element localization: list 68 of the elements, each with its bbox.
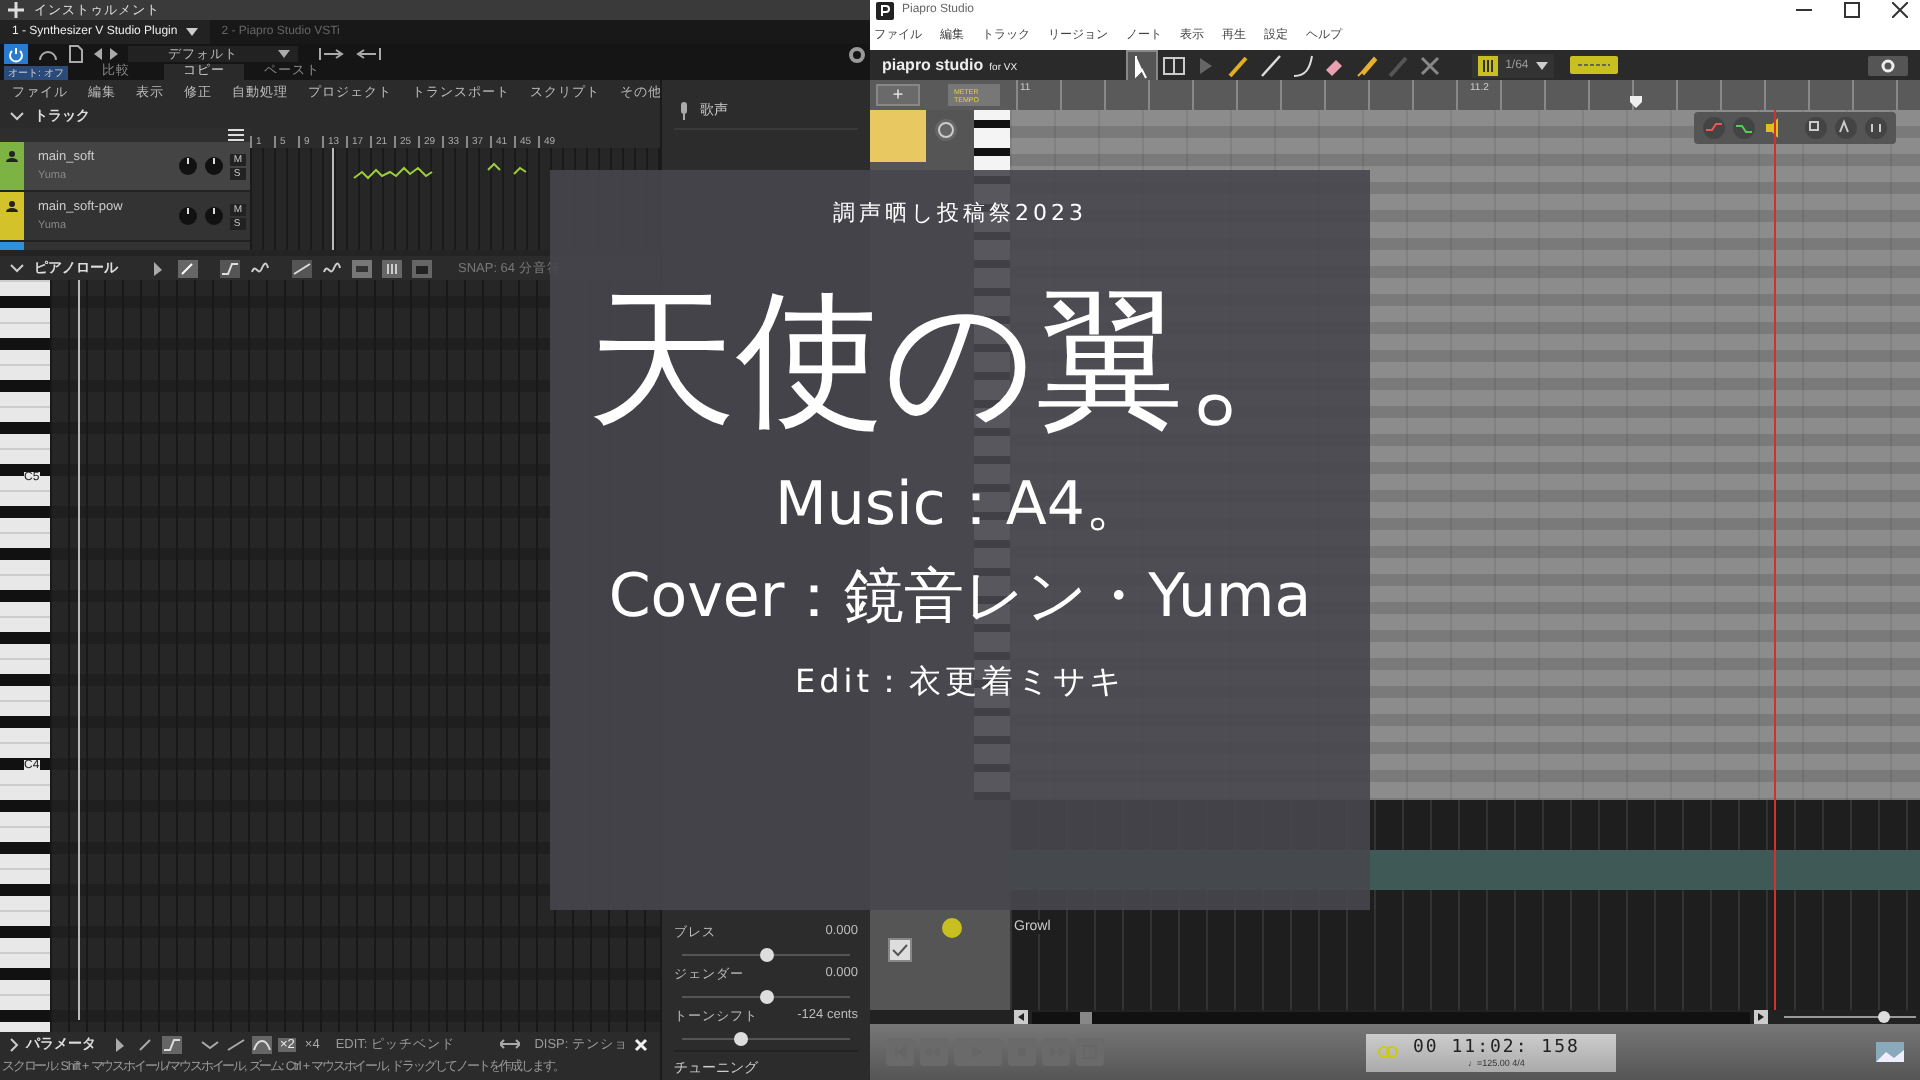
settings-icon[interactable] (848, 45, 866, 63)
add-track-button[interactable]: + (876, 84, 920, 106)
caret-icon (185, 28, 198, 36)
power-icon[interactable] (4, 44, 28, 64)
wave-tool-icon[interactable] (322, 259, 342, 277)
cover-credit: Cover：鏡音レン・Yuma (608, 561, 1312, 634)
pointer-tool-icon[interactable] (1127, 51, 1156, 79)
microphone-icon (678, 101, 690, 119)
arrow-left-icon[interactable] (1014, 1010, 1028, 1024)
avatar-placeholder (870, 110, 926, 162)
chevron-icon[interactable] (10, 1037, 20, 1051)
chevron-icon[interactable] (10, 263, 24, 273)
document-icon[interactable] (68, 44, 84, 64)
pencil-tool-icon[interactable] (178, 259, 198, 277)
caret-icon (1536, 61, 1549, 69)
knob-icon[interactable] (177, 206, 198, 226)
singer-icon (6, 200, 18, 212)
curve-tool-icon[interactable] (220, 259, 240, 277)
song-title: 天使の翼。 (588, 272, 1332, 450)
time-readout: 00 11:02: 158 (1413, 1037, 1580, 1057)
knob-icon[interactable] (203, 156, 224, 176)
caret-icon (278, 50, 290, 58)
zoom-slider-icon[interactable] (1780, 1010, 1920, 1024)
arrow-right-icon[interactable] (1754, 1010, 1768, 1024)
settings-icon[interactable] (1868, 55, 1908, 75)
pitch-curve-icon[interactable] (1732, 116, 1756, 140)
pitch-curve-icon[interactable] (1702, 116, 1726, 140)
edit-credit: Edit：衣更着ミサキ (795, 661, 1125, 704)
lyrics-icon[interactable] (1834, 116, 1858, 140)
wave-tool-icon[interactable] (250, 259, 270, 277)
playhead-line (332, 148, 336, 250)
phoneme-icon[interactable] (1864, 116, 1888, 140)
pencil-tool-icon[interactable] (136, 1035, 156, 1053)
solo-mute-icon[interactable] (934, 118, 958, 142)
waveform-icon[interactable] (352, 259, 372, 277)
grid-icon[interactable] (382, 259, 402, 277)
slider-thumb[interactable] (760, 990, 774, 1004)
slider-thumb[interactable] (760, 948, 774, 962)
curve-tool-icon[interactable] (162, 1035, 182, 1053)
layers-icon[interactable] (1804, 116, 1828, 140)
rise-tool-icon[interactable] (226, 1035, 246, 1053)
dip-tool-icon[interactable] (200, 1035, 220, 1053)
maximize-icon[interactable] (1844, 2, 1860, 18)
plus-icon[interactable] (8, 2, 24, 18)
knob-icon[interactable] (203, 206, 224, 226)
chevron-icon[interactable] (10, 111, 24, 121)
close-icon[interactable] (1892, 2, 1908, 18)
arc-tool-icon[interactable] (252, 1035, 272, 1053)
pointer-tool-icon[interactable] (110, 1035, 130, 1053)
grid-icon (1477, 55, 1498, 75)
pointer-tool-icon[interactable] (148, 259, 168, 277)
music-credit: Music：A4。 (775, 469, 1145, 542)
checkbox-icon[interactable] (888, 938, 912, 962)
singer-icon (6, 150, 18, 162)
app-logo-text: piapro studio (882, 56, 984, 74)
line-tool-icon[interactable] (292, 259, 312, 277)
compare-icon[interactable] (318, 46, 346, 62)
scrollbar-thumb[interactable] (1080, 1011, 1092, 1023)
slider-thumb[interactable] (734, 1032, 749, 1046)
event-name: 調声晒し投稿祭2023 (833, 198, 1087, 228)
menu-icon[interactable] (228, 128, 244, 142)
sync-icon[interactable] (354, 46, 382, 62)
knob-icon[interactable] (177, 156, 198, 176)
range-tool-icon[interactable] (1159, 51, 1188, 79)
piano-icon[interactable] (412, 259, 432, 277)
toggle-icon[interactable] (1570, 56, 1619, 74)
note-blobs-drawing (486, 160, 530, 176)
swap-icon[interactable] (500, 1038, 521, 1050)
